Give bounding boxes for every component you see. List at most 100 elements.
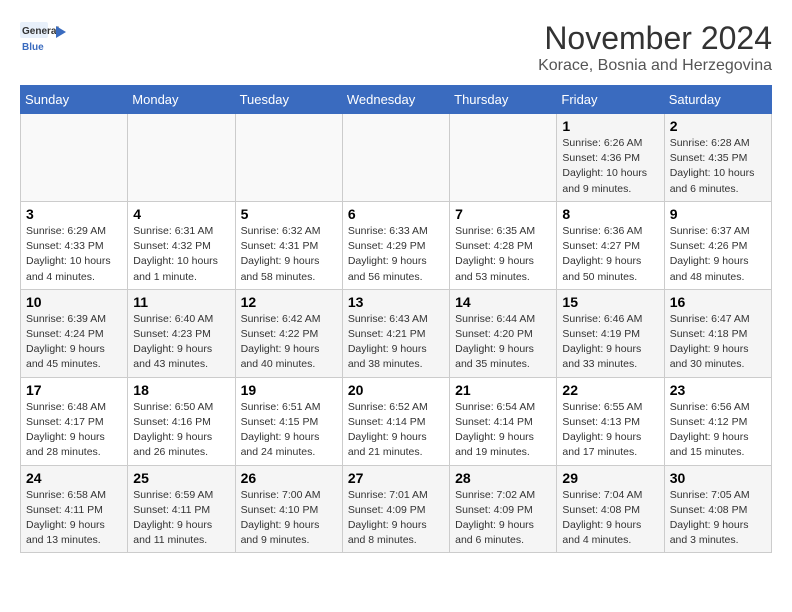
day-number: 20 [348, 382, 444, 398]
day-info: Sunrise: 6:37 AMSunset: 4:26 PMDaylight:… [670, 224, 766, 285]
day-number: 17 [26, 382, 122, 398]
calendar-cell: 2 Sunrise: 6:28 AMSunset: 4:35 PMDaylight… [664, 114, 771, 202]
calendar-cell: 16 Sunrise: 6:47 AMSunset: 4:18 PMDayligh… [664, 289, 771, 377]
day-number: 27 [348, 470, 444, 486]
day-number: 14 [455, 294, 551, 310]
calendar-cell: 30 Sunrise: 7:05 AMSunset: 4:08 PMDayligh… [664, 465, 771, 553]
calendar-cell: 17 Sunrise: 6:48 AMSunset: 4:17 PMDayligh… [21, 377, 128, 465]
day-info: Sunrise: 6:42 AMSunset: 4:22 PMDaylight:… [241, 312, 337, 373]
calendar-week-row: 24 Sunrise: 6:58 AMSunset: 4:11 PMDayligh… [21, 465, 772, 553]
calendar-cell: 1Sunrise: 6:26 AMSunset: 4:36 PMDaylight… [557, 114, 664, 202]
calendar-cell: 29 Sunrise: 7:04 AMSunset: 4:08 PMDayligh… [557, 465, 664, 553]
day-info: Sunrise: 6:29 AMSunset: 4:33 PMDaylight:… [26, 224, 122, 285]
calendar-cell: 8Sunrise: 6:36 AMSunset: 4:27 PMDaylight… [557, 201, 664, 289]
day-info: Sunrise: 6:47 AMSunset: 4:18 PMDaylight:… [670, 312, 766, 373]
day-number: 3 [26, 206, 122, 222]
calendar-table: SundayMondayTuesdayWednesdayThursdayFrid… [20, 85, 772, 553]
day-info: Sunrise: 6:36 AMSunset: 4:27 PMDaylight:… [562, 224, 658, 285]
day-number: 23 [670, 382, 766, 398]
day-info: Sunrise: 7:00 AMSunset: 4:10 PMDaylight:… [241, 488, 337, 549]
day-number: 4 [133, 206, 229, 222]
day-number: 30 [670, 470, 766, 486]
calendar-cell: 19 Sunrise: 6:51 AMSunset: 4:15 PMDayligh… [235, 377, 342, 465]
calendar-cell: 15Sunrise: 6:46 AMSunset: 4:19 PMDayligh… [557, 289, 664, 377]
calendar-week-row: 1Sunrise: 6:26 AMSunset: 4:36 PMDaylight… [21, 114, 772, 202]
day-number: 6 [348, 206, 444, 222]
calendar-cell: 7 Sunrise: 6:35 AMSunset: 4:28 PMDaylight… [450, 201, 557, 289]
day-number: 2 [670, 118, 766, 134]
calendar-cell: 3 Sunrise: 6:29 AMSunset: 4:33 PMDaylight… [21, 201, 128, 289]
day-number: 7 [455, 206, 551, 222]
header-saturday: Saturday [664, 86, 771, 114]
calendar-cell: 12 Sunrise: 6:42 AMSunset: 4:22 PMDayligh… [235, 289, 342, 377]
day-info: Sunrise: 6:56 AMSunset: 4:12 PMDaylight:… [670, 400, 766, 461]
calendar-cell [450, 114, 557, 202]
day-info: Sunrise: 6:55 AMSunset: 4:13 PMDaylight:… [562, 400, 658, 461]
day-info: Sunrise: 7:04 AMSunset: 4:08 PMDaylight:… [562, 488, 658, 549]
calendar-cell: 20Sunrise: 6:52 AMSunset: 4:14 PMDayligh… [342, 377, 449, 465]
day-number: 13 [348, 294, 444, 310]
day-info: Sunrise: 6:35 AMSunset: 4:28 PMDaylight:… [455, 224, 551, 285]
header-thursday: Thursday [450, 86, 557, 114]
day-number: 11 [133, 294, 229, 310]
day-info: Sunrise: 7:01 AMSunset: 4:09 PMDaylight:… [348, 488, 444, 549]
day-number: 29 [562, 470, 658, 486]
calendar-cell: 26 Sunrise: 7:00 AMSunset: 4:10 PMDayligh… [235, 465, 342, 553]
calendar-cell: 25Sunrise: 6:59 AMSunset: 4:11 PMDayligh… [128, 465, 235, 553]
calendar-cell [128, 114, 235, 202]
day-number: 12 [241, 294, 337, 310]
svg-text:Blue: Blue [22, 42, 44, 53]
day-number: 26 [241, 470, 337, 486]
header-sunday: Sunday [21, 86, 128, 114]
day-info: Sunrise: 6:40 AMSunset: 4:23 PMDaylight:… [133, 312, 229, 373]
calendar-cell: 21 Sunrise: 6:54 AMSunset: 4:14 PMDayligh… [450, 377, 557, 465]
calendar-cell: 23 Sunrise: 6:56 AMSunset: 4:12 PMDayligh… [664, 377, 771, 465]
day-info: Sunrise: 6:54 AMSunset: 4:14 PMDaylight:… [455, 400, 551, 461]
calendar-cell [342, 114, 449, 202]
page-subtitle: Korace, Bosnia and Herzegovina [538, 57, 772, 75]
day-number: 24 [26, 470, 122, 486]
title-block: November 2024 Korace, Bosnia and Herzego… [538, 20, 772, 75]
day-info: Sunrise: 6:33 AMSunset: 4:29 PMDaylight:… [348, 224, 444, 285]
calendar-cell [235, 114, 342, 202]
logo: General Blue [20, 20, 70, 60]
day-number: 15 [562, 294, 658, 310]
calendar-cell: 9 Sunrise: 6:37 AMSunset: 4:26 PMDaylight… [664, 201, 771, 289]
calendar-cell: 5Sunrise: 6:32 AMSunset: 4:31 PMDaylight… [235, 201, 342, 289]
day-info: Sunrise: 6:51 AMSunset: 4:15 PMDaylight:… [241, 400, 337, 461]
page-header: General Blue November 2024 Korace, Bosni… [20, 20, 772, 75]
day-info: Sunrise: 7:02 AMSunset: 4:09 PMDaylight:… [455, 488, 551, 549]
day-number: 22 [562, 382, 658, 398]
day-info: Sunrise: 6:48 AMSunset: 4:17 PMDaylight:… [26, 400, 122, 461]
header-tuesday: Tuesday [235, 86, 342, 114]
calendar-cell: 28Sunrise: 7:02 AMSunset: 4:09 PMDayligh… [450, 465, 557, 553]
day-info: Sunrise: 6:50 AMSunset: 4:16 PMDaylight:… [133, 400, 229, 461]
calendar-header-row: SundayMondayTuesdayWednesdayThursdayFrid… [21, 86, 772, 114]
calendar-cell: 11 Sunrise: 6:40 AMSunset: 4:23 PMDayligh… [128, 289, 235, 377]
day-number: 18 [133, 382, 229, 398]
day-info: Sunrise: 6:39 AMSunset: 4:24 PMDaylight:… [26, 312, 122, 373]
day-number: 1 [562, 118, 658, 134]
calendar-cell: 24 Sunrise: 6:58 AMSunset: 4:11 PMDayligh… [21, 465, 128, 553]
day-number: 19 [241, 382, 337, 398]
calendar-week-row: 17 Sunrise: 6:48 AMSunset: 4:17 PMDayligh… [21, 377, 772, 465]
day-info: Sunrise: 6:28 AMSunset: 4:35 PMDaylight:… [670, 136, 766, 197]
header-monday: Monday [128, 86, 235, 114]
day-number: 9 [670, 206, 766, 222]
day-info: Sunrise: 7:05 AMSunset: 4:08 PMDaylight:… [670, 488, 766, 549]
day-number: 16 [670, 294, 766, 310]
calendar-cell: 14 Sunrise: 6:44 AMSunset: 4:20 PMDayligh… [450, 289, 557, 377]
day-number: 21 [455, 382, 551, 398]
svg-text:General: General [22, 26, 59, 37]
calendar-week-row: 3 Sunrise: 6:29 AMSunset: 4:33 PMDaylight… [21, 201, 772, 289]
calendar-cell: 13Sunrise: 6:43 AMSunset: 4:21 PMDayligh… [342, 289, 449, 377]
calendar-cell: 10Sunrise: 6:39 AMSunset: 4:24 PMDayligh… [21, 289, 128, 377]
day-info: Sunrise: 6:44 AMSunset: 4:20 PMDaylight:… [455, 312, 551, 373]
day-number: 25 [133, 470, 229, 486]
calendar-cell: 18 Sunrise: 6:50 AMSunset: 4:16 PMDayligh… [128, 377, 235, 465]
calendar-cell: 4Sunrise: 6:31 AMSunset: 4:32 PMDaylight… [128, 201, 235, 289]
day-number: 5 [241, 206, 337, 222]
day-info: Sunrise: 6:58 AMSunset: 4:11 PMDaylight:… [26, 488, 122, 549]
calendar-cell: 6 Sunrise: 6:33 AMSunset: 4:29 PMDaylight… [342, 201, 449, 289]
calendar-week-row: 10Sunrise: 6:39 AMSunset: 4:24 PMDayligh… [21, 289, 772, 377]
